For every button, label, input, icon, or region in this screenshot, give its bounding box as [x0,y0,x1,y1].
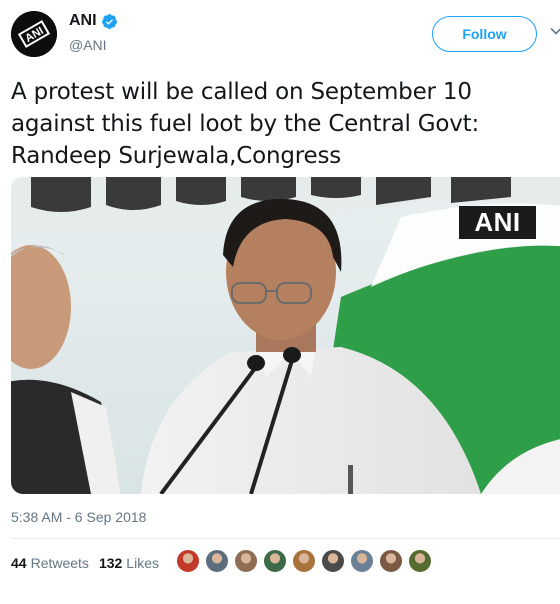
ani-watermark: ANI [459,206,536,239]
tweet-stats: 44 Retweets 132 Likes [11,553,169,573]
liker-avatar[interactable] [263,549,287,573]
verified-badge-icon [101,13,117,29]
likes-label[interactable]: Likes [126,555,159,571]
liker-avatar[interactable] [408,549,432,573]
retweets-count[interactable]: 44 [11,555,27,571]
tweet-timestamp[interactable]: 5:38 AM - 6 Sep 2018 [11,509,146,525]
liker-avatar[interactable] [176,549,200,573]
account-handle[interactable]: @ANI [69,37,107,53]
chevron-down-icon[interactable] [549,24,560,38]
tweet-text-line: A protest will be called on September 10 [11,79,472,105]
tweet-text: A protest will be called on September 10… [11,76,551,172]
liker-avatar[interactable] [321,549,345,573]
liker-avatar[interactable] [292,549,316,573]
liker-avatar[interactable] [234,549,258,573]
liker-avatar[interactable] [379,549,403,573]
liker-avatars [176,549,437,573]
follow-button[interactable]: Follow [432,16,537,52]
ani-logo-icon: ANI [11,11,57,57]
liker-avatar[interactable] [350,549,374,573]
display-name[interactable]: ANI [69,12,97,30]
tweet-text-line: against this fuel loot by the Central Go… [11,111,480,137]
name-row: ANI [69,12,118,30]
liker-avatar[interactable] [205,549,229,573]
likes-count[interactable]: 132 [99,555,122,571]
retweets-label[interactable]: Retweets [31,555,89,571]
account-avatar[interactable]: ANI [11,11,57,57]
tweet-header: ANI ANI @ANI Follow [0,0,560,70]
divider [11,538,560,539]
tweet-text-line: Randeep Surjewala,Congress [11,143,342,169]
